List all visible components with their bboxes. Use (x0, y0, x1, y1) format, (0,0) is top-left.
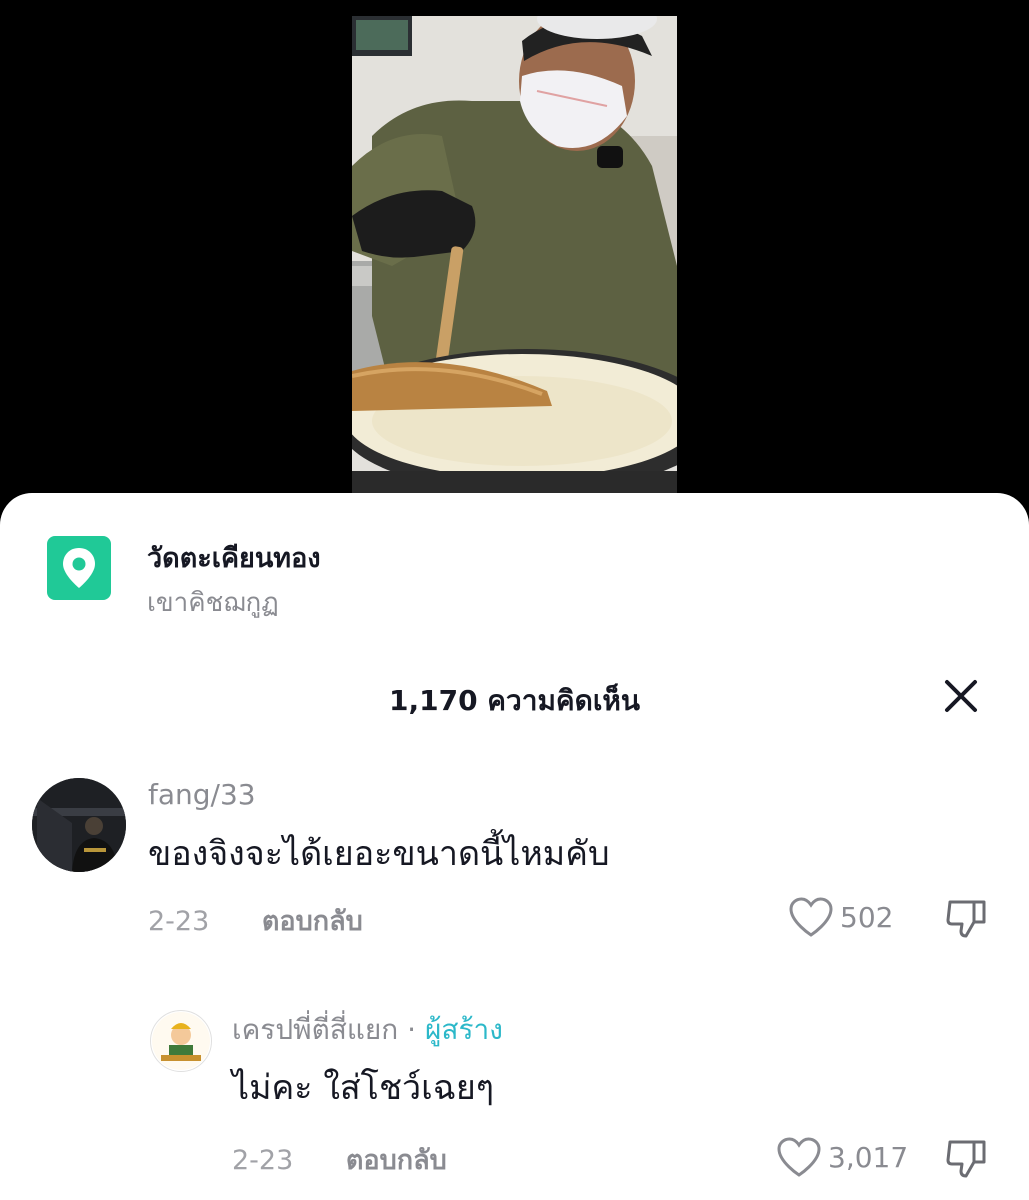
reply-date: 2-23 (232, 1145, 294, 1176)
like-count: 502 (840, 900, 894, 934)
dislike-button[interactable] (944, 896, 988, 944)
like-count: 3,017 (828, 1140, 909, 1174)
location-row[interactable]: วัดตะเคียนทอง เขาคิชฌกูฏ (47, 536, 947, 618)
reply-button[interactable]: ตอบกลับ (262, 906, 363, 937)
location-pin-icon (47, 536, 111, 600)
dislike-icon (946, 900, 986, 938)
comment-meta: 2-23 ตอบกลับ (148, 899, 363, 942)
heart-icon (777, 1137, 821, 1177)
comments-header: 1,170 ความคิดเห็น (0, 669, 1029, 725)
creator-avatar[interactable] (150, 1010, 212, 1072)
reply-item: เครปพี่ตี่สี่แยก · ผู้สร้าง ไม่คะ ใส่โชว… (0, 1008, 1029, 1198)
reply-meta: 2-23 ตอบกลับ (232, 1138, 447, 1181)
comment-username[interactable]: fang/33 (148, 778, 256, 811)
comment-item: fang/33 ของจิงจะได้เยอะขนาดนี้ไหมคับ 2-2… (0, 776, 1029, 966)
video-image (352, 16, 677, 493)
comment-sheet: วัดตะเคียนทอง เขาคิชฌกูฏ 1,170 ความคิดเห… (0, 493, 1029, 1200)
reply-text: ไม่คะ ใส่โชว์เฉยๆ (232, 1068, 495, 1108)
close-button[interactable] (938, 673, 984, 719)
video-thumbnail[interactable] (352, 16, 677, 493)
dislike-button[interactable] (944, 1136, 988, 1184)
location-subtitle: เขาคิชฌกูฏ (147, 588, 279, 618)
heart-icon (789, 897, 833, 937)
like-button[interactable]: 502 (788, 896, 893, 938)
creator-badge: ผู้สร้าง (424, 1013, 503, 1046)
video-area[interactable] (0, 0, 1029, 500)
location-name: วัดตะเคียนทอง (147, 543, 321, 574)
avatar[interactable] (32, 778, 126, 872)
reply-button[interactable]: ตอบกลับ (346, 1145, 447, 1176)
dislike-icon (946, 1140, 986, 1178)
username-separator: · (398, 1013, 425, 1046)
comment-date: 2-23 (148, 906, 210, 937)
reply-username[interactable]: เครปพี่ตี่สี่แยก (232, 1013, 398, 1046)
comments-count-title: 1,170 ความคิดเห็น (388, 684, 641, 717)
close-icon (945, 680, 977, 712)
comment-text: ของจิงจะได้เยอะขนาดนี้ไหมคับ (148, 834, 610, 874)
reply-username-row: เครปพี่ตี่สี่แยก · ผู้สร้าง (232, 1008, 503, 1052)
like-button[interactable]: 3,017 (776, 1136, 908, 1178)
